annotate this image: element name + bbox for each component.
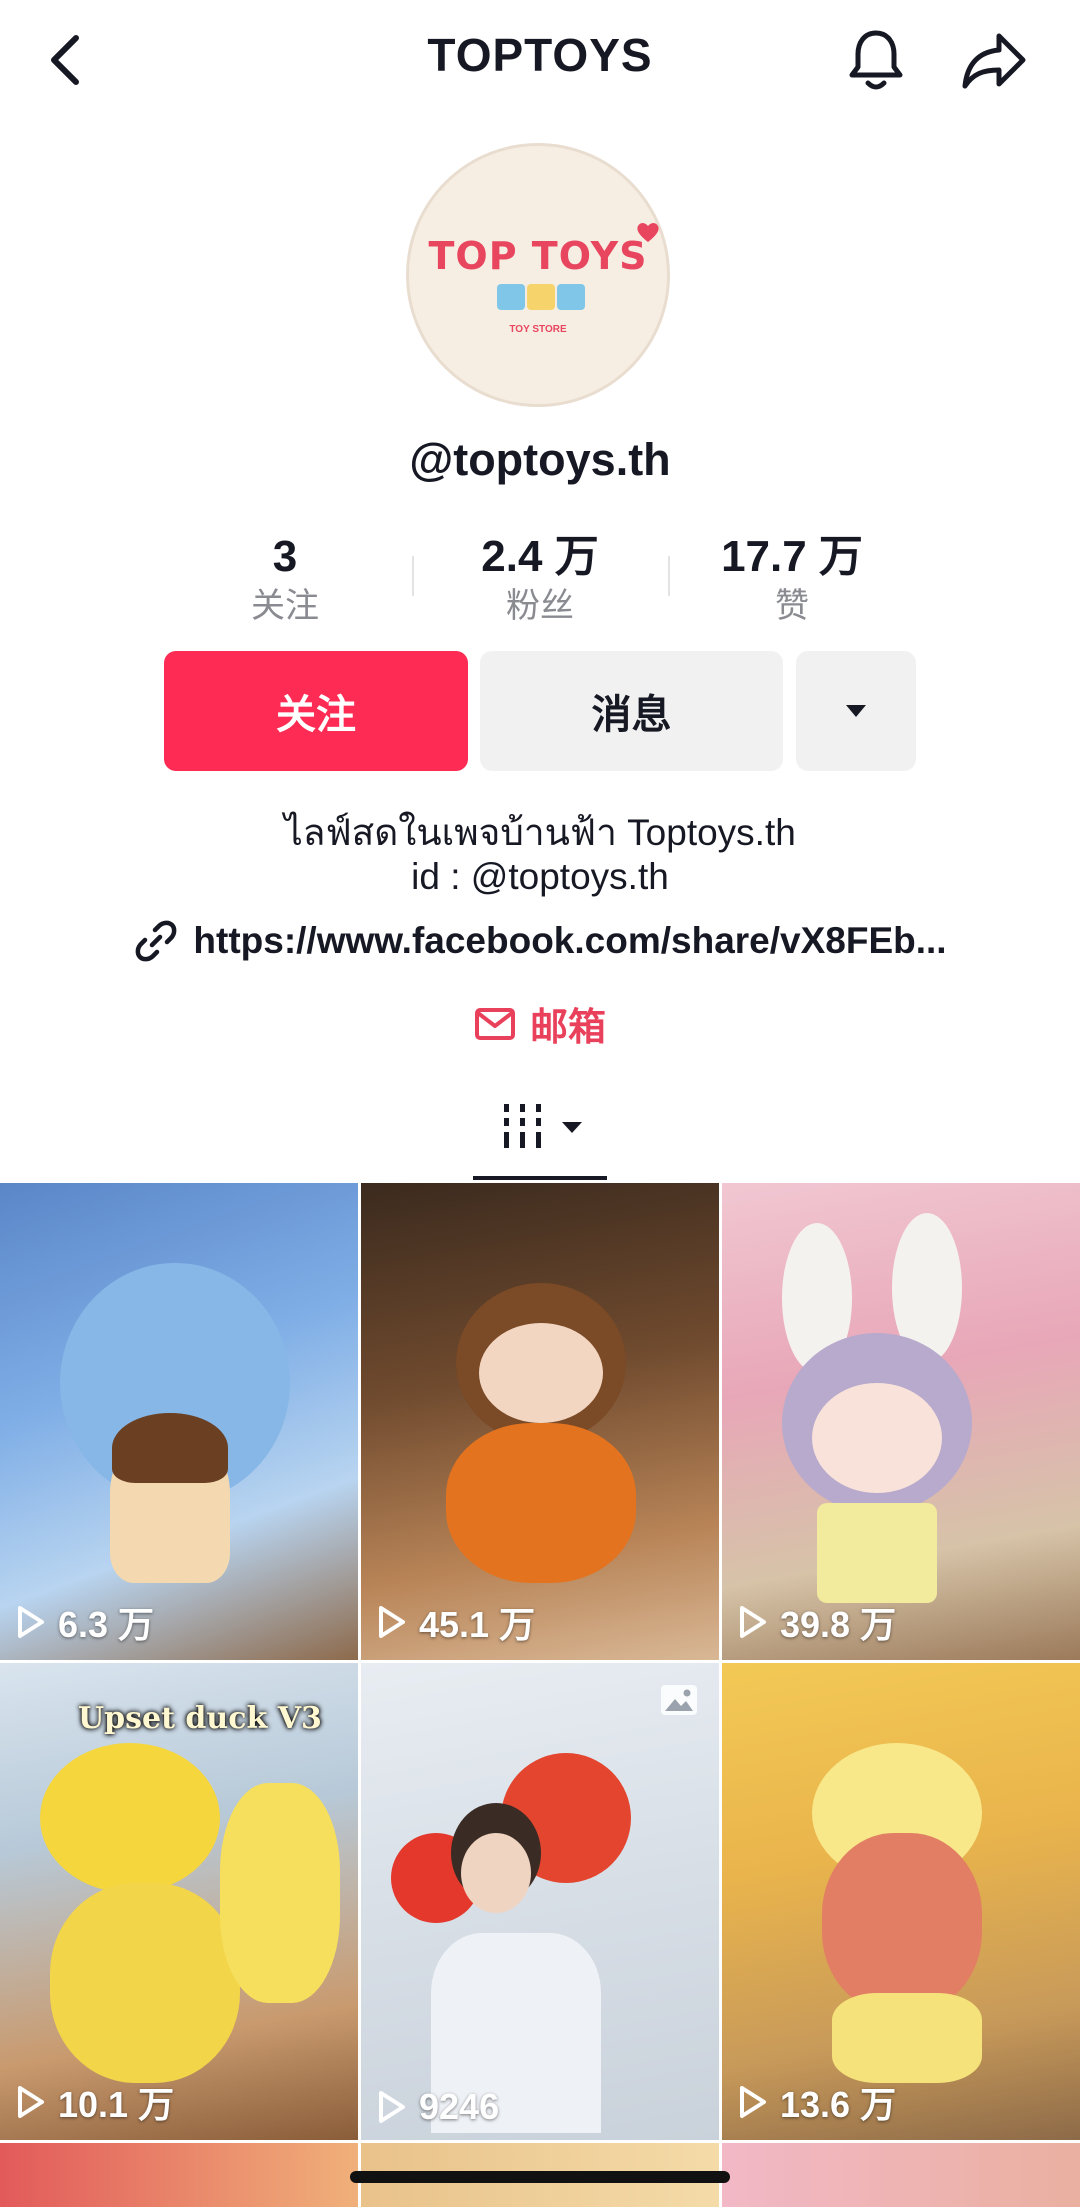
video-tile[interactable]: Upset duck V3 10.1 万 bbox=[0, 1663, 358, 2140]
play-icon bbox=[379, 1606, 405, 1638]
video-tile[interactable] bbox=[722, 2143, 1080, 2207]
tab-indicator bbox=[473, 1176, 607, 1180]
caret-down-icon bbox=[562, 1122, 582, 1133]
video-tile[interactable]: 45.1 万 bbox=[361, 1183, 719, 1660]
stat-following[interactable]: 3 关注 bbox=[185, 532, 385, 628]
email-button[interactable]: 邮箱 bbox=[0, 996, 1080, 1051]
stat-value: 3 bbox=[272, 532, 298, 581]
stat-label: 关注 bbox=[251, 587, 319, 625]
view-count: 6.3 万 bbox=[16, 1596, 154, 1648]
video-caption: Upset duck V3 bbox=[78, 1701, 322, 1736]
more-options-button[interactable] bbox=[796, 651, 916, 771]
divider bbox=[412, 556, 414, 596]
photo-icon bbox=[661, 1685, 697, 1715]
grid-columns-icon bbox=[504, 1104, 541, 1148]
stat-label: 粉丝 bbox=[506, 587, 574, 625]
share-arrow-icon bbox=[962, 33, 1026, 89]
view-count: 45.1 万 bbox=[377, 1596, 535, 1648]
view-count: 13.6 万 bbox=[738, 2076, 896, 2128]
avatar[interactable]: TOP TOYS TOY STORE bbox=[406, 143, 670, 407]
video-tile[interactable]: 9246 bbox=[361, 1663, 719, 2140]
video-tile[interactable] bbox=[0, 2143, 358, 2207]
video-tile[interactable]: 39.8 万 bbox=[722, 1183, 1080, 1660]
link-icon bbox=[136, 920, 177, 962]
username-handle: @toptoys.th bbox=[409, 434, 671, 485]
view-count: 9246 bbox=[377, 2086, 499, 2128]
play-icon bbox=[18, 1606, 44, 1638]
stat-value: 17.7 万 bbox=[721, 532, 863, 581]
message-button[interactable]: 消息 bbox=[480, 651, 783, 771]
logo-tickets bbox=[497, 284, 585, 310]
play-icon bbox=[740, 1606, 766, 1638]
play-icon bbox=[379, 2091, 405, 2123]
video-tile[interactable]: 6.3 万 bbox=[0, 1183, 358, 1660]
notification-button[interactable] bbox=[836, 20, 916, 100]
avatar-logo-subtext: TOY STORE bbox=[509, 324, 567, 335]
page-title: TOPTOYS bbox=[427, 29, 653, 81]
stat-followers[interactable]: 2.4 万 粉丝 bbox=[440, 532, 640, 628]
follow-button[interactable]: 关注 bbox=[164, 651, 468, 771]
caret-down-icon bbox=[846, 705, 866, 717]
email-label: 邮箱 bbox=[529, 1007, 606, 1049]
stat-value: 2.4 万 bbox=[481, 532, 599, 581]
play-icon bbox=[18, 2086, 44, 2118]
mail-icon bbox=[474, 1007, 515, 1040]
stat-label: 赞 bbox=[775, 587, 809, 625]
stat-likes[interactable]: 17.7 万 赞 bbox=[692, 532, 892, 628]
view-count: 10.1 万 bbox=[16, 2076, 174, 2128]
divider bbox=[668, 556, 670, 596]
home-indicator bbox=[350, 2171, 730, 2183]
profile-link[interactable]: https://www.facebook.com/share/vX8FEb... bbox=[0, 918, 1080, 964]
bell-icon bbox=[849, 30, 903, 90]
share-button[interactable] bbox=[954, 20, 1034, 100]
video-tile[interactable]: 13.6 万 bbox=[722, 1663, 1080, 2140]
bio-line-2: id : @toptoys.th bbox=[411, 856, 669, 897]
avatar-logo-text: TOP TOYS bbox=[428, 234, 648, 278]
play-icon bbox=[740, 2086, 766, 2118]
view-count: 39.8 万 bbox=[738, 1596, 896, 1648]
tab-videos[interactable] bbox=[490, 1098, 590, 1158]
profile-link-text: https://www.facebook.com/share/vX8FEb... bbox=[193, 920, 947, 961]
bio-line-1: ไลฟ์สดในเพจบ้านฟ้า Toptoys.th bbox=[284, 812, 796, 853]
